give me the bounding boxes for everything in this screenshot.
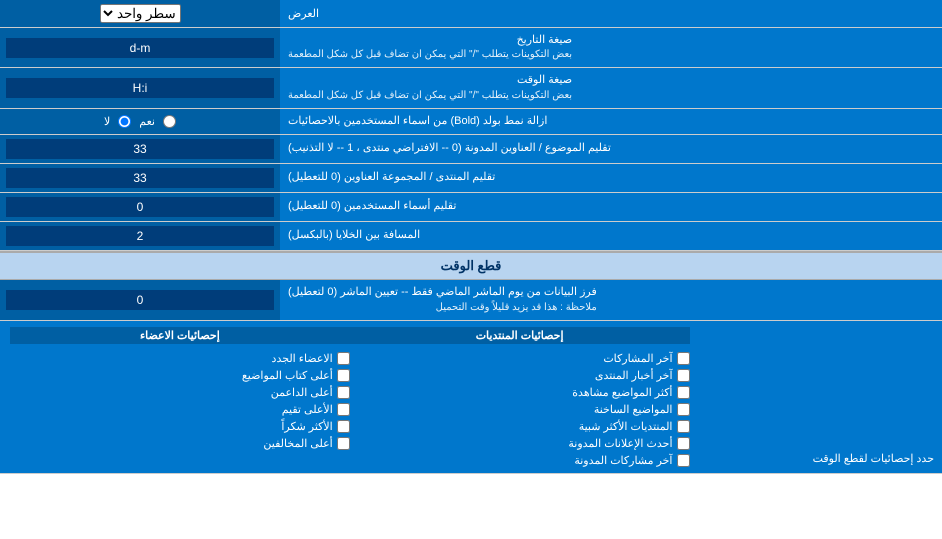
username-trim-input-cell [0, 193, 280, 221]
display-select[interactable]: سطر واحد [100, 4, 181, 23]
bold-no-radio[interactable] [118, 115, 131, 128]
member-stats-header: إحصائيات الاعضاء [10, 327, 350, 344]
checkbox-item: المواضيع الساخنة [350, 403, 690, 416]
display-select-cell: سطر واحد [0, 0, 280, 27]
checkbox-item: الأعلى تقيم [10, 403, 350, 416]
display-label: العرض [280, 0, 942, 27]
username-trim-row: تقليم أسماء المستخدمين (0 للتعطيل) [0, 193, 942, 222]
cells-gap-row: المسافة بين الخلايا (بالبكسل) [0, 222, 942, 251]
time-cutoff-input-cell [0, 280, 280, 319]
checkbox-latest-announcements[interactable] [677, 437, 690, 450]
checkbox-item: الاعضاء الجدد [10, 352, 350, 365]
checkbox-item: المنتديات الأكثر شبية [350, 420, 690, 433]
bold-yes-label: نعم [139, 115, 155, 128]
checkbox-item: أحدث الإعلانات المدونة [350, 437, 690, 450]
stats-limit-label: حدد إحصائيات لقطع الوقت [700, 321, 942, 473]
checkbox-hot-topics[interactable] [677, 403, 690, 416]
bold-radio-group: نعم لا [96, 115, 184, 128]
username-trim-input[interactable] [6, 197, 274, 217]
date-format-row: صيغة التاريخ بعض التكوينات يتطلب "/" الت… [0, 28, 942, 68]
topic-order-input-cell [0, 135, 280, 163]
checkbox-forum-news[interactable] [677, 369, 690, 382]
bold-yes-radio[interactable] [163, 115, 176, 128]
cells-gap-input-cell [0, 222, 280, 250]
member-stats-col: إحصائيات الاعضاء الاعضاء الجدد أعلى كتاب… [10, 327, 350, 467]
date-format-label: صيغة التاريخ بعض التكوينات يتطلب "/" الت… [280, 28, 942, 67]
time-cutoff-section-header: قطع الوقت [0, 251, 942, 280]
forum-stats-col: إحصائيات المنتديات آخر المشاركات آخر أخب… [350, 327, 690, 467]
forum-order-row: تقليم المنتدى / المجموعة العناوين (0 للت… [0, 164, 942, 193]
date-format-input[interactable] [6, 38, 274, 58]
checkbox-item: آخر المشاركات [350, 352, 690, 365]
checkbox-item: أكثر المواضيع مشاهدة [350, 386, 690, 399]
checkbox-top-rated[interactable] [337, 403, 350, 416]
checkbox-item: أعلى المخالفين [10, 437, 350, 450]
cells-gap-input[interactable] [6, 226, 274, 246]
time-format-input-cell [0, 68, 280, 107]
bold-remove-options: نعم لا [0, 109, 280, 134]
time-cutoff-row: فرز البيانات من يوم الماشر الماضي فقط --… [0, 280, 942, 320]
forum-order-input-cell [0, 164, 280, 192]
checkbox-top-supporters[interactable] [337, 386, 350, 399]
checkbox-item: أعلى الداعمن [10, 386, 350, 399]
bold-remove-row: ازالة نمط بولد (Bold) من اسماء المستخدمي… [0, 109, 942, 135]
checkbox-latest-blog[interactable] [677, 454, 690, 467]
checkbox-latest-posts[interactable] [677, 352, 690, 365]
bold-no-label: لا [104, 115, 110, 128]
checkboxes-grid: إحصائيات المنتديات آخر المشاركات آخر أخب… [10, 327, 690, 467]
display-row: العرض سطر واحد [0, 0, 942, 28]
checkbox-top-violators[interactable] [337, 437, 350, 450]
topic-order-input[interactable] [6, 139, 274, 159]
time-cutoff-input[interactable] [6, 290, 274, 310]
checkbox-item: آخر مشاركات المدونة [350, 454, 690, 467]
forum-order-label: تقليم المنتدى / المجموعة العناوين (0 للت… [280, 164, 942, 192]
checkbox-most-thanked[interactable] [337, 420, 350, 433]
bold-remove-label: ازالة نمط بولد (Bold) من اسماء المستخدمي… [280, 109, 942, 134]
time-format-input[interactable] [6, 78, 274, 98]
username-trim-label: تقليم أسماء المستخدمين (0 للتعطيل) [280, 193, 942, 221]
checkbox-similar-forums[interactable] [677, 420, 690, 433]
time-format-row: صيغة الوقت بعض التكوينات يتطلب "/" التي … [0, 68, 942, 108]
time-cutoff-label: فرز البيانات من يوم الماشر الماضي فقط --… [280, 280, 942, 319]
topic-order-row: تقليم الموضوع / العناوين المدونة (0 -- ا… [0, 135, 942, 164]
checkbox-item: الأكثر شكراً [10, 420, 350, 433]
checkbox-top-writers[interactable] [337, 369, 350, 382]
forum-order-input[interactable] [6, 168, 274, 188]
date-format-input-cell [0, 28, 280, 67]
cells-gap-label: المسافة بين الخلايا (بالبكسل) [280, 222, 942, 250]
checkbox-item: آخر أخبار المنتدى [350, 369, 690, 382]
topic-order-label: تقليم الموضوع / العناوين المدونة (0 -- ا… [280, 135, 942, 163]
stats-row: حدد إحصائيات لقطع الوقت إحصائيات المنتدي… [0, 321, 942, 474]
checkbox-new-members[interactable] [337, 352, 350, 365]
checkbox-most-viewed[interactable] [677, 386, 690, 399]
checkbox-item: أعلى كتاب المواضيع [10, 369, 350, 382]
forum-stats-header: إحصائيات المنتديات [350, 327, 690, 344]
time-format-label: صيغة الوقت بعض التكوينات يتطلب "/" التي … [280, 68, 942, 107]
